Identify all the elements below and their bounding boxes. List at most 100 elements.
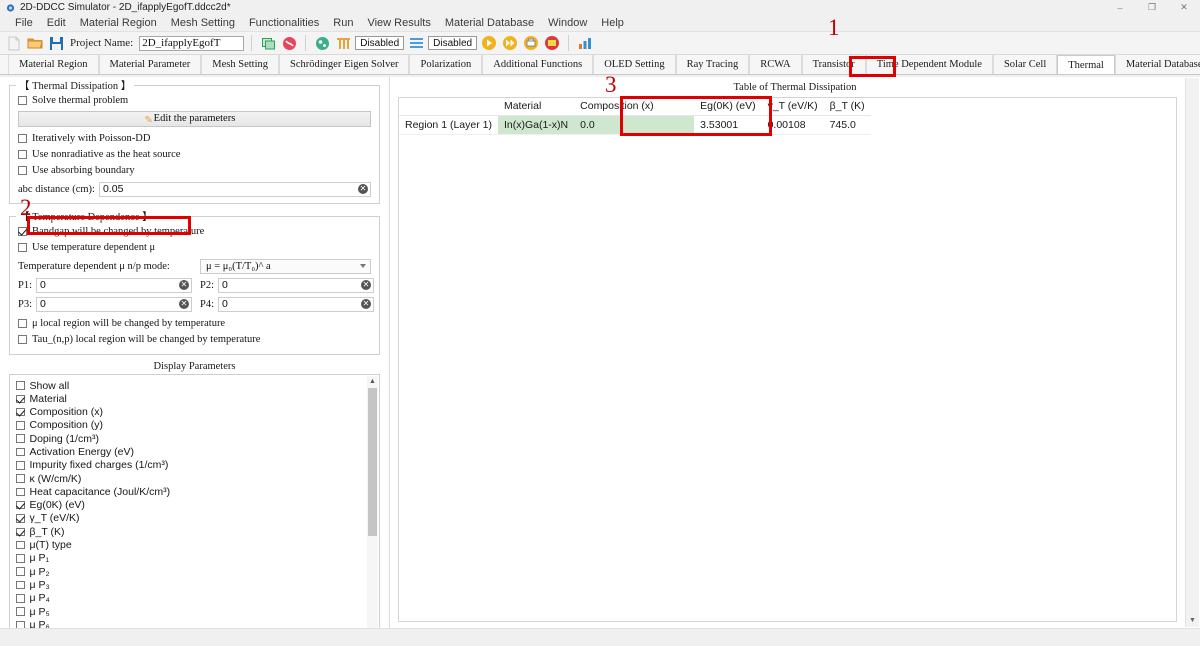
run-play-icon[interactable]	[480, 34, 498, 52]
display-parameter-checkbox[interactable]	[16, 381, 25, 390]
display-parameter-checkbox[interactable]	[16, 487, 25, 497]
display-parameter-checkbox[interactable]	[16, 421, 25, 430]
display-parameter-checkbox[interactable]	[16, 407, 25, 417]
menu-item-mesh-setting[interactable]: Mesh Setting	[164, 15, 242, 32]
tab-material-region[interactable]: Material Region	[8, 55, 99, 74]
display-parameter-row[interactable]: Activation Energy (eV)	[16, 445, 379, 458]
display-parameter-row[interactable]: μ P₄	[16, 592, 379, 605]
display-parameter-checkbox[interactable]	[16, 461, 25, 470]
close-icon[interactable]: ✕	[1168, 0, 1200, 15]
menu-item-run[interactable]: Run	[326, 15, 360, 32]
display-parameter-row[interactable]: Show all	[16, 379, 379, 392]
tau-local-region-checkbox[interactable]	[18, 335, 27, 344]
tab-additional-functions[interactable]: Additional Functions	[482, 55, 594, 74]
stop-icon[interactable]	[543, 34, 561, 52]
menu-item-file[interactable]: File	[8, 15, 40, 32]
list-lines-icon[interactable]	[407, 34, 425, 52]
scrollbar-thumb[interactable]	[368, 388, 377, 536]
print-icon[interactable]	[522, 34, 540, 52]
display-parameter-row[interactable]: Doping (1/cm³)	[16, 432, 379, 445]
nonradiative-heat-row[interactable]: Use nonradiative as the heat source	[18, 147, 371, 162]
bandgap-temperature-checkbox[interactable]	[18, 227, 27, 236]
display-parameter-row[interactable]: Heat capacitance (Joul/K/cm³)	[16, 485, 379, 498]
display-parameter-row[interactable]: γ_T (eV/K)	[16, 512, 379, 525]
minimize-icon[interactable]: –	[1104, 0, 1136, 15]
abc-distance-input[interactable]	[98, 181, 371, 197]
display-parameter-row[interactable]: κ (W/cm/K)	[16, 472, 379, 485]
save-disk-icon[interactable]	[47, 34, 65, 52]
display-parameter-checkbox[interactable]	[16, 527, 25, 537]
structure-icon[interactable]	[334, 34, 352, 52]
display-parameter-checkbox[interactable]	[16, 607, 25, 616]
tab-rcwa[interactable]: RCWA	[749, 55, 802, 74]
display-parameter-row[interactable]: Composition (x)	[16, 406, 379, 419]
display-parameter-checkbox[interactable]	[16, 500, 25, 510]
tab-time-dependent-module[interactable]: Time Dependent Module	[865, 55, 993, 74]
cell-gamma-t[interactable]: 0.00108	[761, 115, 824, 135]
clear-x-icon-p2[interactable]: ✕	[361, 279, 372, 290]
display-parameter-checkbox[interactable]	[16, 540, 25, 550]
mu-local-region-row[interactable]: μ local region will be changed by temper…	[18, 316, 371, 331]
display-parameter-checkbox[interactable]	[16, 447, 25, 457]
display-parameter-row[interactable]: Impurity fixed charges (1/cm³)	[16, 459, 379, 472]
display-parameter-row[interactable]: μ P₂	[16, 565, 379, 578]
bar-chart-icon[interactable]	[576, 34, 594, 52]
clear-x-icon-p1[interactable]: ✕	[179, 279, 190, 290]
absorbing-boundary-checkbox[interactable]	[18, 166, 27, 175]
tab-material-parameter[interactable]: Material Parameter	[98, 55, 202, 74]
tab-polarization[interactable]: Polarization	[409, 55, 483, 74]
table-row[interactable]: Region 1 (Layer 1) In(x)Ga(1-x)N 0.0 3.5…	[399, 115, 871, 135]
tab-mesh-setting[interactable]: Mesh Setting	[201, 55, 279, 74]
display-parameter-checkbox[interactable]	[16, 567, 25, 576]
display-parameter-row[interactable]: μ P₃	[16, 578, 379, 591]
menu-item-edit[interactable]: Edit	[40, 15, 73, 32]
scroll-down-arrow-icon[interactable]: ▼	[1186, 614, 1199, 627]
menu-item-material-database[interactable]: Material Database	[438, 15, 541, 32]
display-parameters-scrollbar[interactable]: ▲	[367, 376, 378, 646]
iteratively-poisson-checkbox[interactable]	[18, 134, 27, 143]
right-panel-scrollbar[interactable]: ▼	[1185, 78, 1199, 627]
status-pill-1[interactable]: Disabled	[355, 36, 405, 50]
nonradiative-heat-checkbox[interactable]	[18, 150, 27, 159]
tau-local-region-row[interactable]: Tau_(n,p) local region will be changed b…	[18, 332, 371, 347]
p4-input[interactable]	[218, 296, 375, 312]
p1-input[interactable]	[36, 277, 193, 293]
edit-parameters-button[interactable]: ✎ Edit the parameters	[18, 111, 371, 127]
run-fast-forward-icon[interactable]	[501, 34, 519, 52]
menu-item-view-results[interactable]: View Results	[360, 15, 437, 32]
reload-circular-icon[interactable]	[280, 34, 298, 52]
display-parameter-row[interactable]: μ(T) type	[16, 539, 379, 552]
display-parameter-row[interactable]: μ P₅	[16, 605, 379, 618]
display-parameter-checkbox[interactable]	[16, 554, 25, 563]
tab-transistor[interactable]: Transistor	[801, 55, 866, 74]
status-pill-2[interactable]: Disabled	[428, 36, 478, 50]
display-parameter-row[interactable]: Eg(0K) (eV)	[16, 499, 379, 512]
iteratively-poisson-row[interactable]: Iteratively with Poisson-DD	[18, 131, 371, 146]
display-parameter-row[interactable]: μ P₁	[16, 552, 379, 565]
display-parameter-row[interactable]: Material	[16, 392, 379, 405]
scroll-up-arrow-icon[interactable]: ▲	[367, 376, 378, 387]
tab-schrodinger-eigen-solver[interactable]: Schrödinger Eigen Solver	[279, 55, 410, 74]
display-parameter-checkbox[interactable]	[16, 580, 25, 590]
display-parameter-checkbox[interactable]	[16, 594, 25, 603]
p3-input[interactable]	[36, 296, 193, 312]
solve-thermal-problem-row[interactable]: Solve thermal problem	[18, 93, 371, 108]
open-folder-icon[interactable]	[26, 34, 44, 52]
use-temp-mu-checkbox[interactable]	[18, 243, 27, 252]
maximize-icon[interactable]: ❐	[1136, 0, 1168, 15]
cell-eg0k[interactable]: 3.53001	[694, 115, 762, 135]
mu-local-region-checkbox[interactable]	[18, 319, 27, 328]
project-name-input[interactable]	[139, 35, 245, 51]
display-parameter-checkbox[interactable]	[16, 514, 25, 523]
tab-material-database[interactable]: Material Database	[1114, 55, 1200, 74]
cell-beta-t[interactable]: 745.0	[823, 115, 871, 135]
display-parameter-checkbox[interactable]	[16, 434, 25, 443]
refresh-icon[interactable]	[259, 34, 277, 52]
menu-item-window[interactable]: Window	[541, 15, 594, 32]
menu-item-material-region[interactable]: Material Region	[73, 15, 164, 32]
display-parameter-checkbox[interactable]	[16, 394, 25, 404]
display-parameter-row[interactable]: β_T (K)	[16, 525, 379, 538]
display-parameter-checkbox[interactable]	[16, 474, 25, 483]
display-parameter-row[interactable]: Composition (y)	[16, 419, 379, 432]
bandgap-temperature-row[interactable]: Bandgap will be changed by temperature	[18, 224, 371, 239]
